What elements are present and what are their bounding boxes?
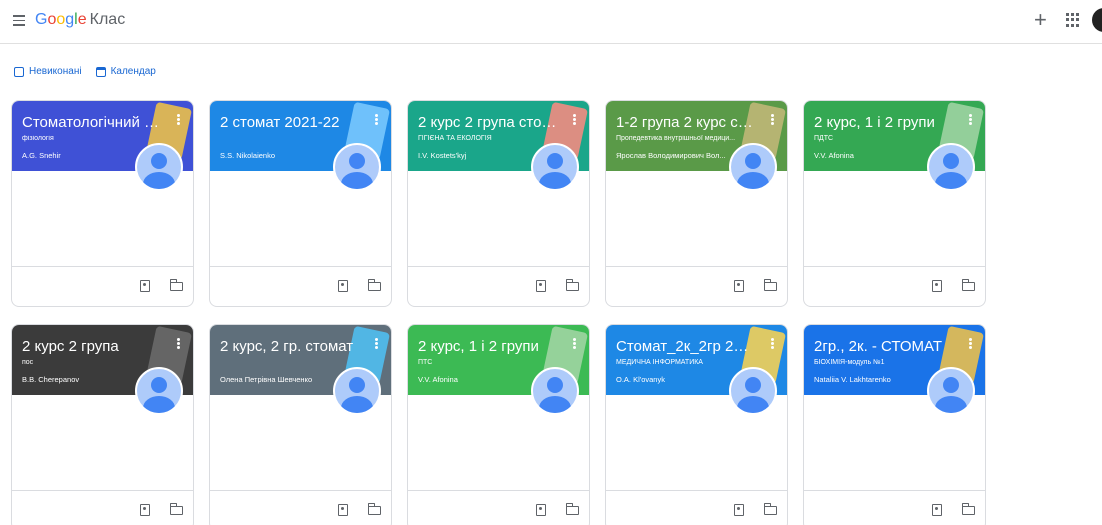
card-footer	[804, 490, 985, 525]
class-title[interactable]: 2гр., 2к. - СТОМАТ	[814, 338, 954, 355]
account-avatar[interactable]	[1092, 8, 1102, 32]
assignment-icon[interactable]	[140, 504, 150, 516]
class-card[interactable]: 2 курс, 1 і 2 групи ПТС V.V. Afonina	[407, 324, 590, 525]
hamburger-icon-line	[13, 24, 25, 26]
more-options-icon[interactable]	[373, 337, 379, 351]
assignment-icon[interactable]	[536, 504, 546, 516]
teacher-avatar	[135, 367, 183, 415]
folder-icon[interactable]	[961, 503, 975, 515]
product-name: Клас	[89, 11, 126, 28]
assignment-icon[interactable]	[932, 280, 942, 292]
class-card[interactable]: 2 курс 2 група стома... ГІГІЄНА ТА ЕКОЛО…	[407, 100, 590, 307]
class-title[interactable]: 2 курс, 1 і 2 групи	[418, 338, 558, 355]
calendar-icon	[95, 66, 106, 77]
class-section: Пропедевтика внутрішньої медици...	[616, 135, 736, 142]
class-card[interactable]: Стомат_2к_2гр 2021 МЕДИЧНА ІНФОРМАТИКА O…	[605, 324, 788, 525]
class-card[interactable]: 2 стомат 2021-22 S.S. Nikolaienko	[209, 100, 392, 307]
teacher-avatar	[531, 143, 579, 191]
assignment-icon[interactable]	[734, 504, 744, 516]
class-section: фізіологія	[22, 135, 54, 142]
logo-letter: g	[65, 11, 75, 28]
teacher-avatar	[927, 143, 975, 191]
class-card[interactable]: 1-2 група 2 курс сто... Пропедевтика вну…	[605, 100, 788, 307]
assignment-icon[interactable]	[536, 280, 546, 292]
class-title[interactable]: 2 курс 2 група	[22, 338, 162, 355]
class-title[interactable]: 2 курс 2 група стома...	[418, 114, 558, 131]
google-classroom-logo[interactable]: Google Клас	[35, 11, 125, 29]
teacher-avatar	[333, 143, 381, 191]
class-section: ПДТС	[814, 135, 834, 142]
main-menu-button[interactable]	[10, 12, 28, 30]
google-apps-button[interactable]	[1066, 13, 1080, 27]
card-footer	[606, 490, 787, 525]
assignment-icon[interactable]	[338, 280, 348, 292]
card-footer	[210, 266, 391, 306]
folder-icon[interactable]	[961, 279, 975, 291]
card-footer	[12, 266, 193, 306]
calendar-label: Календар	[110, 66, 156, 77]
class-section: пос	[22, 359, 34, 366]
card-footer	[804, 266, 985, 306]
assignment-icon[interactable]	[140, 280, 150, 292]
todo-label: Невиконані	[29, 66, 82, 77]
more-options-icon[interactable]	[373, 113, 379, 127]
add-class-button[interactable]: +	[1034, 8, 1047, 32]
more-options-icon[interactable]	[769, 337, 775, 351]
assignment-icon[interactable]	[734, 280, 744, 292]
folder-icon[interactable]	[367, 279, 381, 291]
top-app-bar: Google Клас +	[0, 0, 1102, 44]
more-options-icon[interactable]	[967, 113, 973, 127]
calendar-link[interactable]: Календар	[95, 66, 156, 77]
logo-letter: G	[35, 11, 48, 28]
teacher-avatar	[135, 143, 183, 191]
teacher-avatar	[729, 367, 777, 415]
folder-icon[interactable]	[169, 279, 183, 291]
class-title[interactable]: 2 курс, 1 і 2 групи	[814, 114, 954, 131]
card-footer	[210, 490, 391, 525]
more-options-icon[interactable]	[175, 337, 181, 351]
more-options-icon[interactable]	[769, 113, 775, 127]
class-card[interactable]: 2 курс, 2 гр. стомат Олена Петрівна Шевч…	[209, 324, 392, 525]
more-options-icon[interactable]	[571, 337, 577, 351]
teacher-avatar	[333, 367, 381, 415]
folder-icon[interactable]	[169, 503, 183, 515]
teacher-avatar	[927, 367, 975, 415]
class-section: ПТС	[418, 359, 433, 366]
hamburger-icon-line	[13, 19, 25, 21]
class-card[interactable]: Стоматологічний фа... фізіологія A.G. Sn…	[11, 100, 194, 307]
folder-icon[interactable]	[763, 503, 777, 515]
class-title[interactable]: 1-2 група 2 курс сто...	[616, 114, 756, 131]
class-section: ГІГІЄНА ТА ЕКОЛОГІЯ	[418, 135, 492, 142]
class-section: БІОХІМІЯ-модуль №1	[814, 359, 885, 366]
class-card[interactable]: 2гр., 2к. - СТОМАТ БІОХІМІЯ-модуль №1 Na…	[803, 324, 986, 525]
todo-link[interactable]: Невиконані	[14, 66, 82, 77]
class-title[interactable]: 2 курс, 2 гр. стомат	[220, 338, 360, 355]
hamburger-icon	[13, 15, 25, 17]
folder-icon[interactable]	[565, 279, 579, 291]
class-section: МЕДИЧНА ІНФОРМАТИКА	[616, 359, 703, 366]
class-title[interactable]: 2 стомат 2021-22	[220, 114, 360, 131]
class-title[interactable]: Стомат_2к_2гр 2021	[616, 338, 756, 355]
folder-icon[interactable]	[565, 503, 579, 515]
card-footer	[606, 266, 787, 306]
checklist-icon	[14, 66, 24, 77]
teacher-avatar	[531, 367, 579, 415]
assignment-icon[interactable]	[338, 504, 348, 516]
class-card[interactable]: 2 курс, 1 і 2 групи ПДТС V.V. Afonina	[803, 100, 986, 307]
card-footer	[408, 266, 589, 306]
folder-icon[interactable]	[367, 503, 381, 515]
card-footer	[12, 490, 193, 525]
class-card[interactable]: 2 курс 2 група пос B.B. Cherepanov	[11, 324, 194, 525]
logo-letter: o	[56, 11, 66, 28]
teacher-avatar	[729, 143, 777, 191]
assignment-icon[interactable]	[932, 504, 942, 516]
class-title[interactable]: Стоматологічний фа...	[22, 114, 162, 131]
folder-icon[interactable]	[763, 279, 777, 291]
logo-letter: e	[77, 11, 87, 28]
more-options-icon[interactable]	[175, 113, 181, 127]
more-options-icon[interactable]	[967, 337, 973, 351]
secondary-nav: Невиконані Календар	[14, 66, 156, 77]
card-footer	[408, 490, 589, 525]
more-options-icon[interactable]	[571, 113, 577, 127]
